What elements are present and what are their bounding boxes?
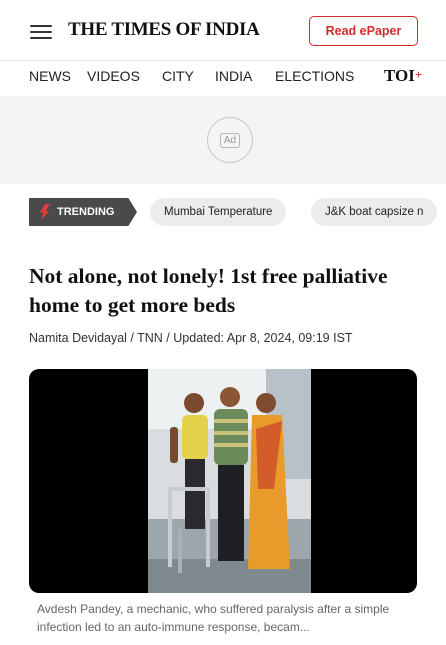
trending-label: TRENDING (57, 206, 115, 218)
trending-tag: TRENDING (29, 198, 137, 226)
toi-plus-mark: + (414, 67, 423, 82)
nav-item-videos[interactable]: VIDEOS (87, 68, 140, 84)
article-photo (148, 369, 311, 593)
toi-plus-label: TOI (384, 66, 415, 85)
ad-icon: Ad (207, 117, 253, 163)
nav-item-india[interactable]: INDIA (215, 68, 252, 84)
article-image[interactable] (29, 369, 417, 593)
trending-bar: TRENDING Mumbai Temperature J&K boat cap… (0, 197, 446, 227)
article-byline: Namita Devidayal / TNN / Updated: Apr 8,… (29, 331, 353, 345)
ad-banner: Ad (0, 96, 446, 184)
image-caption: Avdesh Pandey, a mechanic, who suffered … (37, 602, 390, 634)
nav-item-toi-plus[interactable]: TOI+ (384, 66, 422, 86)
read-epaper-button[interactable]: Read ePaper (309, 16, 418, 46)
article-headline: Not alone, not lonely! 1st free palliati… (29, 264, 388, 317)
trending-chip-mumbai-temperature[interactable]: Mumbai Temperature (150, 198, 287, 226)
nav-item-news[interactable]: NEWS (29, 68, 71, 84)
ad-label: Ad (219, 132, 241, 148)
brand-logo[interactable]: THE TIMES OF INDIA (68, 19, 260, 41)
nav-item-city[interactable]: CITY (162, 68, 194, 84)
top-header: THE TIMES OF INDIA Read ePaper (0, 0, 446, 60)
nav-item-elections[interactable]: ELECTIONS (275, 68, 354, 84)
hamburger-menu-icon[interactable] (30, 25, 52, 39)
lightning-bolt-icon (39, 204, 50, 220)
trending-chip-jk-boat-capsize[interactable]: J&K boat capsize n (311, 198, 438, 226)
section-nav: NEWS VIDEOS CITY INDIA ELECTIONS TOI+ (0, 60, 446, 94)
